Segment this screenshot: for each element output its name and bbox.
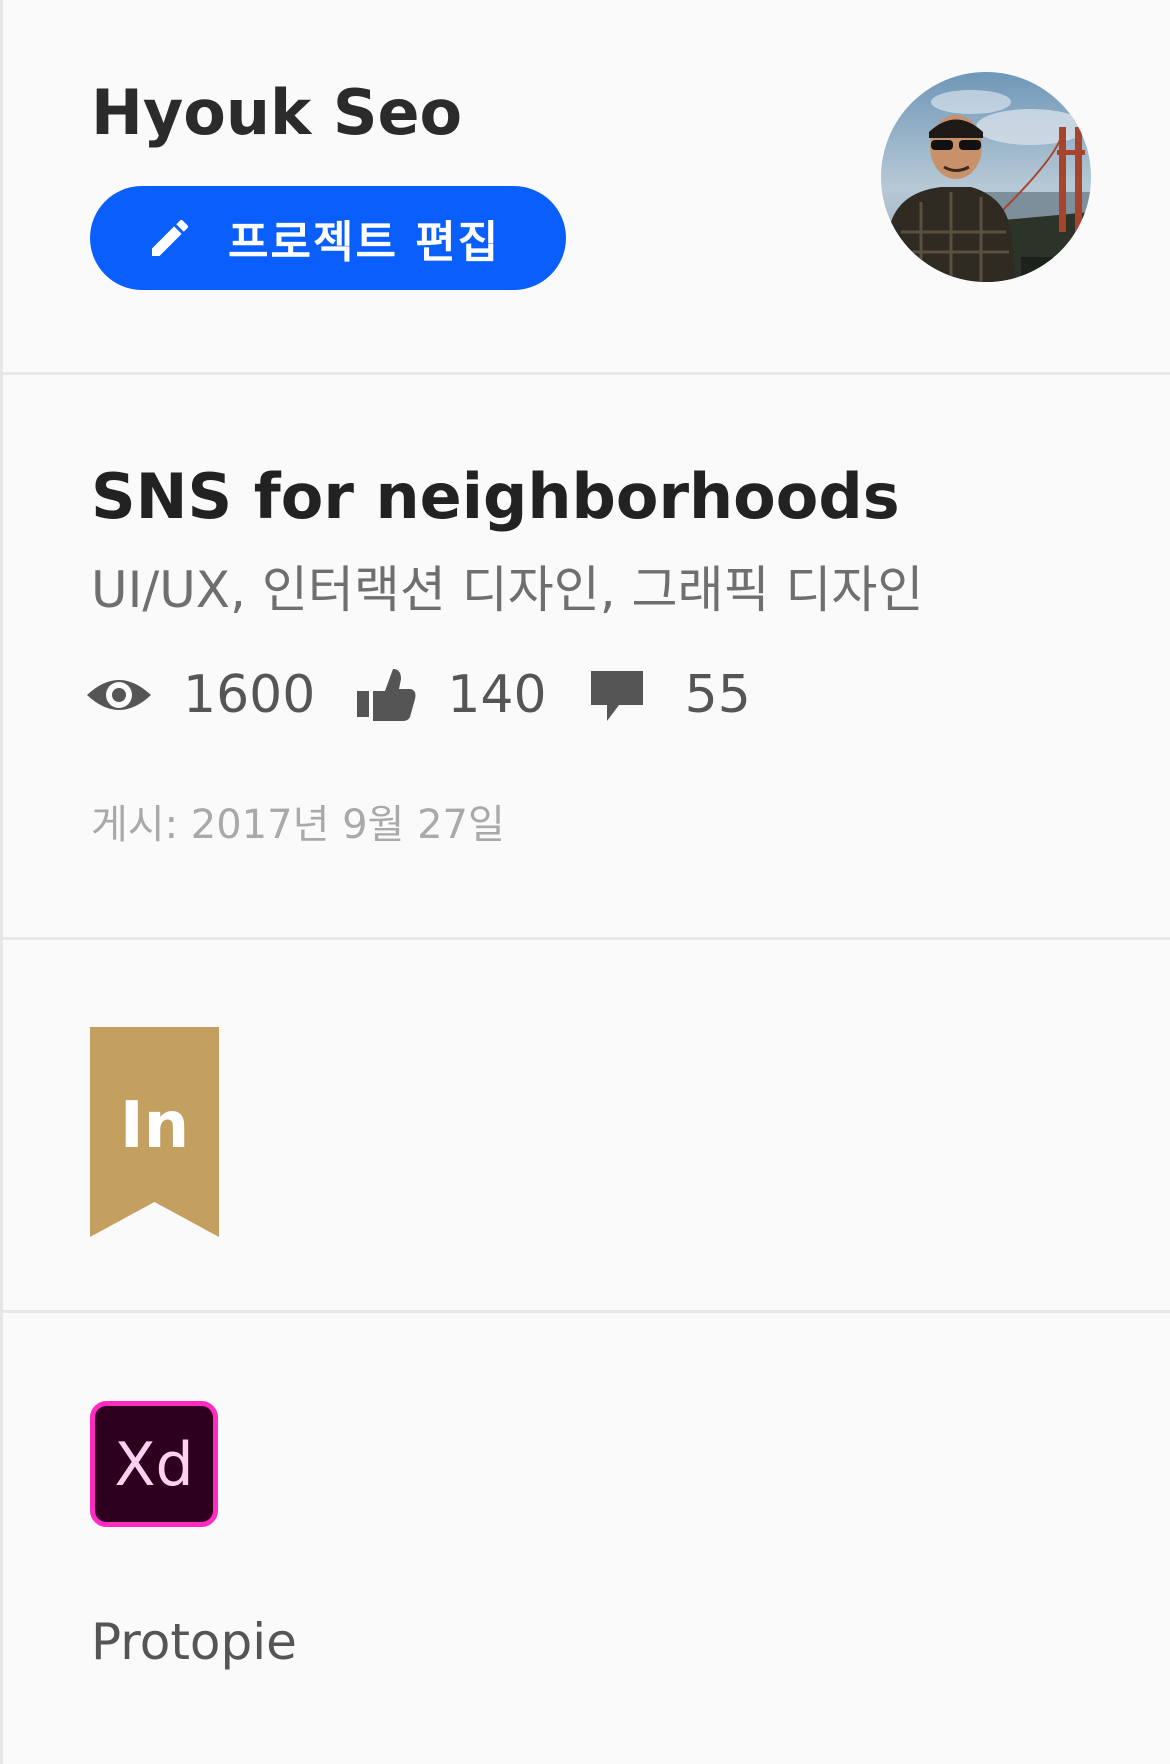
comments-stat[interactable]: 55 bbox=[589, 665, 751, 725]
divider bbox=[3, 1310, 1170, 1313]
project-fields: UI/UX, 인터랙션 디자인, 그래픽 디자인 bbox=[91, 561, 924, 619]
ribbon-badge-icon[interactable]: In bbox=[90, 1027, 219, 1237]
ribbon-badge-text: In bbox=[120, 1089, 189, 1163]
adobe-xd-icon: Xd bbox=[90, 1401, 218, 1527]
likes-stat[interactable]: 140 bbox=[355, 665, 547, 725]
project-title: SNS for neighborhoods bbox=[91, 460, 900, 533]
owner-name[interactable]: Hyouk Seo bbox=[91, 76, 462, 150]
avatar[interactable] bbox=[881, 72, 1091, 282]
project-detail-page: Hyouk Seo 프로젝트 편집 SNS for neighborhoods … bbox=[0, 0, 1170, 1764]
xd-logo-text: Xd bbox=[114, 1430, 193, 1500]
edit-project-label: 프로젝트 편집 bbox=[228, 217, 501, 268]
xd-logo: Xd bbox=[90, 1401, 218, 1527]
views-stat: 1600 bbox=[85, 665, 315, 725]
edit-project-button[interactable]: 프로젝트 편집 bbox=[90, 186, 566, 290]
ribbon-shape: In bbox=[90, 1027, 219, 1237]
comment-icon bbox=[590, 671, 643, 721]
eye-icon bbox=[87, 680, 151, 710]
pencil-icon bbox=[152, 219, 189, 256]
profile-photo bbox=[881, 72, 1091, 282]
divider bbox=[3, 372, 1170, 375]
comments-count: 55 bbox=[684, 665, 751, 725]
project-stats: 1600 140 55 bbox=[85, 660, 751, 730]
tool-name[interactable]: Protopie bbox=[91, 1612, 297, 1672]
published-date: 게시: 2017년 9월 27일 bbox=[91, 802, 505, 848]
thumbs-up-icon bbox=[357, 669, 416, 721]
divider bbox=[3, 937, 1170, 940]
views-count: 1600 bbox=[183, 665, 316, 725]
likes-count: 140 bbox=[447, 665, 547, 725]
